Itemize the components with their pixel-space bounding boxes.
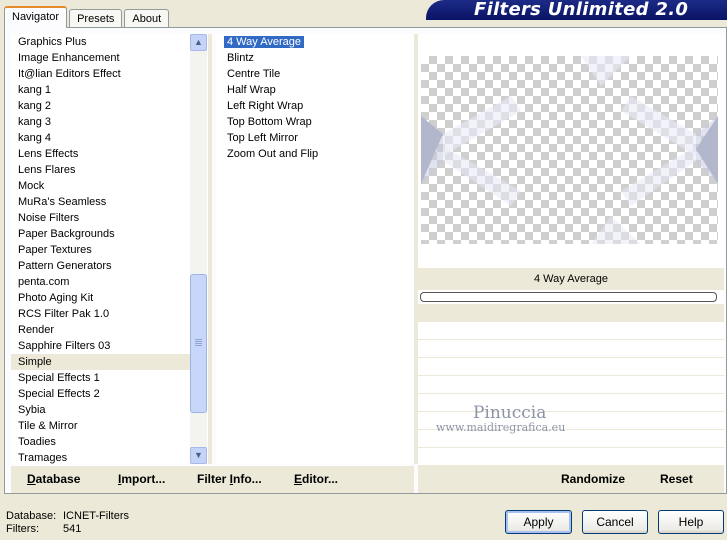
filters-count-label: Filters: [6, 523, 39, 535]
category-item[interactable]: Special Effects 1 [11, 370, 191, 386]
reset-button[interactable]: Reset [660, 472, 693, 486]
parameter-row [418, 358, 724, 376]
chevron-up-icon: ▲ [194, 37, 203, 47]
category-item[interactable]: Toadies [11, 434, 191, 450]
filter-item-label: Blintz [227, 52, 254, 64]
category-item[interactable]: Graphics Plus [11, 34, 191, 50]
preview-actions: Randomize Reset [418, 466, 724, 493]
randomize-button[interactable]: Randomize [561, 472, 625, 486]
app-title-banner: Filters Unlimited 2.0 [426, 0, 727, 20]
category-item[interactable]: penta.com [11, 274, 191, 290]
filter-item-label: Top Bottom Wrap [227, 116, 312, 128]
filter-item-label: Half Wrap [227, 84, 276, 96]
database-value: ICNET-Filters [63, 510, 129, 522]
category-item[interactable]: Pattern Generators [11, 258, 191, 274]
category-item[interactable]: Noise Filters [11, 210, 191, 226]
tab-presets[interactable]: Presets [69, 9, 123, 28]
filter-item[interactable]: 4 Way Average [216, 34, 414, 50]
category-item[interactable]: Image Enhancement [11, 50, 191, 66]
import-button[interactable]: Import... [118, 472, 165, 486]
cancel-button[interactable]: Cancel [582, 510, 648, 534]
category-item[interactable]: Photo Aging Kit [11, 290, 191, 306]
category-item[interactable]: Lens Flares [11, 162, 191, 178]
watermark: Pinuccia www.maidiregrafica.eu [436, 403, 565, 434]
category-item[interactable]: RCS Filter Pak 1.0 [11, 306, 191, 322]
grip-icon [195, 339, 202, 346]
watermark-name: Pinuccia [472, 403, 547, 423]
filter-item[interactable]: Centre Tile [216, 66, 414, 82]
category-item[interactable]: kang 2 [11, 98, 191, 114]
selected-filter-name: 4 Way Average [418, 268, 724, 290]
filter-item[interactable]: Left Right Wrap [216, 98, 414, 114]
parameter-row [418, 322, 724, 340]
filters-count-value: 541 [63, 523, 82, 535]
tab-about[interactable]: About [124, 9, 170, 28]
filter-item-label: Top Left Mirror [227, 132, 298, 144]
scroll-thumb[interactable] [190, 274, 207, 413]
category-scrollbar[interactable]: ▲ ▼ [190, 34, 207, 464]
category-item[interactable]: It@lian Editors Effect [11, 66, 191, 82]
database-info: Database: ICNET-Filters Filters: 541 [6, 510, 129, 536]
database-label: Database: [6, 510, 57, 522]
filter-item[interactable]: Zoom Out and Flip [216, 146, 414, 162]
chevron-down-icon: ▼ [194, 450, 203, 460]
category-item[interactable]: Lens Effects [11, 146, 191, 162]
tab-strip: Navigator Presets About [4, 6, 171, 28]
database-button[interactable]: Database [27, 472, 80, 486]
category-item[interactable]: Special Effects 2 [11, 386, 191, 402]
parameter-rows [418, 322, 724, 466]
filter-item[interactable]: Top Left Mirror [216, 130, 414, 146]
category-items: Graphics Plus Image Enhancement It@lian Ed… [11, 34, 191, 466]
filter-item-label: 4 Way Average [224, 36, 304, 48]
filter-list[interactable]: 4 Way Average Blintz Centre Tile Half Wrap L… [216, 34, 414, 464]
category-item[interactable]: kang 3 [11, 114, 191, 130]
filter-item-label: Zoom Out and Flip [227, 148, 319, 160]
category-item[interactable]: Tramages [11, 450, 191, 466]
category-item[interactable]: Paper Backgrounds [11, 226, 191, 242]
preview-image [421, 56, 718, 244]
editor-button[interactable]: Editor... [294, 472, 338, 486]
help-button[interactable]: Help [658, 510, 724, 534]
category-item[interactable]: Paper Textures [11, 242, 191, 258]
filter-item[interactable]: Half Wrap [216, 82, 414, 98]
filter-item-label: Left Right Wrap [227, 100, 304, 112]
category-item[interactable]: kang 1 [11, 82, 191, 98]
parameter-row [418, 376, 724, 394]
category-item[interactable]: kang 4 [11, 130, 191, 146]
filter-item[interactable]: Blintz [216, 50, 414, 66]
filter-item-label: Centre Tile [227, 68, 281, 80]
divider [208, 34, 212, 464]
category-item[interactable]: Render [11, 322, 191, 338]
preview-panel: 4 Way Average [418, 34, 724, 466]
scroll-down-button[interactable]: ▼ [190, 447, 207, 464]
progress-bar [420, 292, 717, 302]
category-item[interactable]: Simple [11, 354, 191, 370]
apply-button[interactable]: Apply [505, 510, 572, 534]
filter-item[interactable]: Top Bottom Wrap [216, 114, 414, 130]
preview-effect [421, 56, 718, 244]
app-title: Filters Unlimited 2.0 [474, 0, 689, 20]
category-item[interactable]: MuRa's Seamless [11, 194, 191, 210]
parameter-row [418, 340, 724, 358]
navigator-actions: Database Import... Filter Info... Editor… [11, 466, 414, 493]
tab-navigator[interactable]: Navigator [4, 6, 68, 28]
filter-info-button[interactable]: Filter Info... [197, 472, 262, 486]
parameter-row [418, 448, 724, 466]
category-item[interactable]: Mock [11, 178, 191, 194]
category-list[interactable]: Graphics Plus Image Enhancement It@lian Ed… [11, 34, 208, 464]
scroll-up-button[interactable]: ▲ [190, 34, 207, 51]
category-item[interactable]: Sapphire Filters 03 [11, 338, 191, 354]
watermark-url: www.maidiregrafica.eu [436, 421, 566, 434]
category-item[interactable]: Sybia [11, 402, 191, 418]
category-item[interactable]: Tile & Mirror [11, 418, 191, 434]
